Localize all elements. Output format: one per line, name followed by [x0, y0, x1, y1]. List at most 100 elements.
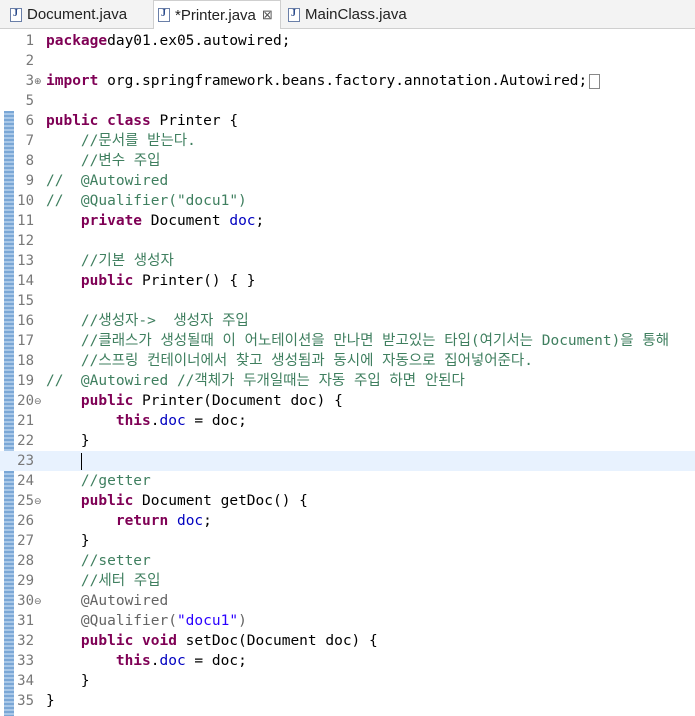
code-text: public class Printer { — [46, 113, 239, 129]
collapse-fold-icon[interactable]: ⊖ — [34, 491, 44, 511]
line-number: 30 — [17, 593, 34, 609]
code-line[interactable]: 35} — [0, 691, 695, 711]
code-text: import org.springframework.beans.factory… — [46, 71, 601, 91]
code-text: //기본 생성자 — [80, 253, 174, 269]
code-line[interactable]: 24 //getter — [0, 471, 695, 491]
tab-printer-java[interactable]: J *Printer.java ⊠ — [153, 0, 281, 30]
line-number: 35 — [17, 693, 34, 709]
code-line[interactable]: 17 //클래스가 생성될때 이 어노테이션을 만나면 받고있는 타입(여기서는… — [0, 331, 695, 351]
tab-label: *Printer.java — [175, 6, 256, 24]
line-number: 15 — [17, 293, 34, 309]
code-text: public Document getDoc() { — [80, 493, 308, 509]
line-number: 26 — [17, 513, 34, 529]
line-number: 25 — [17, 493, 34, 509]
tab-label: Document.java — [27, 6, 128, 23]
code-line[interactable]: 22 } — [0, 431, 695, 451]
code-line[interactable]: 11 private Document doc; — [0, 211, 695, 231]
java-file-icon: J — [288, 7, 300, 22]
code-text: // @Autowired — [46, 173, 169, 189]
code-line[interactable]: 33 this.doc = doc; — [0, 651, 695, 671]
code-text: //세터 주입 — [80, 573, 161, 589]
code-line[interactable]: 19 // @Autowired //객체가 두개일때는 자동 주입 하면 안된다 — [0, 371, 695, 391]
code-line[interactable]: 16 //생성자-> 생성자 주입 — [0, 311, 695, 331]
code-text: //변수 주입 — [80, 153, 161, 169]
code-line[interactable]: 5 — [0, 91, 695, 111]
code-line[interactable]: 20 ⊖ public Printer(Document doc) { — [0, 391, 695, 411]
code-line[interactable]: 10 // @Qualifier("docu1") — [0, 191, 695, 211]
line-number: 21 — [17, 413, 34, 429]
code-line[interactable]: 23 — [0, 451, 695, 471]
code-line[interactable]: 31 @Qualifier("docu1") — [0, 611, 695, 631]
code-text: } — [46, 693, 55, 709]
code-text: this.doc = doc; — [115, 413, 247, 429]
code-text: //getter — [80, 473, 151, 489]
line-number: 24 — [17, 473, 34, 489]
code-line[interactable]: 8 //변수 주입 — [0, 151, 695, 171]
code-text: } — [46, 673, 90, 689]
line-number: 3 — [25, 73, 34, 89]
line-number: 9 — [25, 173, 34, 189]
code-text: //클래스가 생성될때 이 어노테이션을 만나면 받고있는 타입(여기서는 Do… — [80, 333, 670, 349]
line-number: 1 — [25, 33, 34, 49]
code-line[interactable]: 27 } — [0, 531, 695, 551]
line-number: 27 — [17, 533, 34, 549]
line-number: 6 — [25, 113, 34, 129]
code-line[interactable]: 15 — [0, 291, 695, 311]
line-number: 29 — [17, 573, 34, 589]
code-line[interactable]: 26 return doc; — [0, 511, 695, 531]
code-line[interactable]: 3 ⊕ import org.springframework.beans.facto… — [0, 71, 695, 91]
text-caret — [80, 452, 82, 470]
code-line[interactable]: 32 public void setDoc(Document doc) { — [0, 631, 695, 651]
code-line[interactable]: 21 this.doc = doc; — [0, 411, 695, 431]
line-number: 7 — [25, 133, 34, 149]
code-line[interactable]: 14 public Printer() { } — [0, 271, 695, 291]
code-text — [46, 451, 82, 471]
code-line[interactable]: 25 ⊖ public Document getDoc() { — [0, 491, 695, 511]
code-line[interactable]: 18 //스프링 컨테이너에서 찾고 생성됨과 동시에 자동으로 집어넣어준다. — [0, 351, 695, 371]
line-number: 19 — [17, 373, 34, 389]
code-line[interactable]: 28 //setter — [0, 551, 695, 571]
code-text: @Qualifier("docu1") — [80, 613, 247, 629]
line-number: 16 — [17, 313, 34, 329]
code-line[interactable]: 7 //문서를 받는다. — [0, 131, 695, 151]
code-line[interactable]: 6 public class Printer { — [0, 111, 695, 131]
line-number: 20 — [17, 393, 34, 409]
line-number: 18 — [17, 353, 34, 369]
line-number: 22 — [17, 433, 34, 449]
close-tab-icon[interactable]: ⊠ — [262, 7, 273, 23]
code-line[interactable]: 30 ⊖ @Autowired — [0, 591, 695, 611]
code-line[interactable]: 1 packageday01.ex05.autowired; — [0, 31, 695, 51]
code-line[interactable]: 13 //기본 생성자 — [0, 251, 695, 271]
code-text: //setter — [80, 553, 151, 569]
folded-imports-icon[interactable] — [589, 73, 601, 89]
collapse-fold-icon[interactable]: ⊖ — [34, 591, 44, 611]
code-text: public void setDoc(Document doc) { — [80, 633, 378, 649]
code-line[interactable]: 2 — [0, 51, 695, 71]
collapse-fold-icon[interactable]: ⊖ — [34, 391, 44, 411]
line-number: 17 — [17, 333, 34, 349]
line-number: 2 — [25, 53, 34, 69]
code-line[interactable]: 34 } — [0, 671, 695, 691]
code-text: // @Autowired //객체가 두개일때는 자동 주입 하면 안된다 — [46, 373, 465, 389]
tab-mainclass-java[interactable]: J MainClass.java — [284, 0, 419, 29]
line-number: 31 — [17, 613, 34, 629]
code-text: @Autowired — [80, 593, 169, 609]
code-line[interactable]: 12 — [0, 231, 695, 251]
code-text: return doc; — [115, 513, 212, 529]
line-number: 13 — [17, 253, 34, 269]
java-file-icon: J — [10, 7, 22, 22]
code-text: private Document doc; — [80, 213, 265, 229]
line-number: 32 — [17, 633, 34, 649]
editor-tab-bar: J Document.java J *Printer.java ⊠ J Main… — [0, 0, 695, 30]
java-file-icon: J — [158, 8, 170, 22]
line-number: 11 — [17, 213, 34, 229]
tab-document-java[interactable]: J Document.java — [4, 0, 152, 29]
line-number: 10 — [17, 193, 34, 209]
code-editor[interactable]: 1 packageday01.ex05.autowired; 2 3 ⊕ import o… — [0, 29, 695, 716]
expand-fold-icon[interactable]: ⊕ — [34, 71, 44, 91]
code-line[interactable]: 29 //세터 주입 — [0, 571, 695, 591]
code-text: packageday01.ex05.autowired; — [46, 33, 291, 49]
code-line[interactable]: 9 // @Autowired — [0, 171, 695, 191]
line-number: 8 — [25, 153, 34, 169]
line-number: 14 — [17, 273, 34, 289]
